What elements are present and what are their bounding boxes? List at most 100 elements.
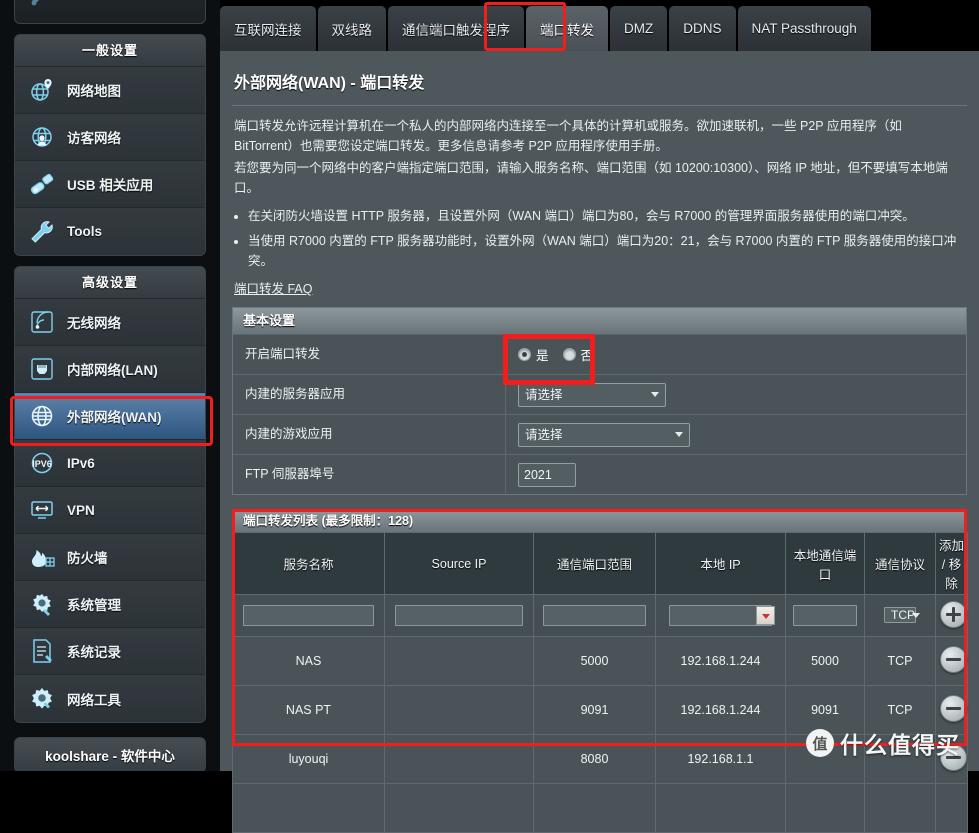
cell-protocol: TCP (864, 685, 936, 735)
sidebar-item-system-log[interactable]: 系统记录 (15, 628, 205, 675)
lan-icon (27, 354, 57, 384)
radio-no[interactable] (562, 348, 576, 361)
sidebar: 一般设置 网络地图 访客网络 USB 相关应用 Tools 高级设置 无线网络 … (0, 0, 220, 771)
system-log-icon (27, 636, 57, 666)
koolshare-software-center-button[interactable]: koolshare - 软件中心 (14, 737, 206, 771)
sidebar-item-administration[interactable]: 系统管理 (15, 581, 205, 628)
col-source-ip: Source IP (384, 532, 534, 595)
note-item: 在关闭防火墙设置 HTTP 服务器，且设置外网（WAN 端口）端口为80，会与 … (248, 206, 967, 226)
sidebar-item-label-network-map: 网络地图 (67, 84, 121, 99)
sidebar-item-firewall[interactable]: 防火墙 (15, 534, 205, 581)
usb-icon (27, 169, 57, 199)
cell-service-name (232, 783, 385, 833)
tab-port-forwarding[interactable]: 端口转发 (526, 6, 608, 51)
router-admin-page: 一般设置 网络地图 访客网络 USB 相关应用 Tools 高级设置 无线网络 … (0, 0, 979, 833)
ipv6-icon: IPV6 (27, 448, 57, 478)
sidebar-item-wireless[interactable]: 无线网络 (15, 299, 205, 346)
remove-entry-button[interactable] (940, 646, 967, 673)
cell-new-local-port (785, 594, 865, 637)
tab-label: DMZ (624, 21, 654, 36)
koolshare-label: koolshare - 软件中心 (45, 749, 175, 764)
sidebar-item-label-firewall: 防火墙 (67, 551, 108, 566)
cell-action (935, 636, 968, 686)
sidebar-item-wan[interactable]: 外部网络(WAN) (15, 393, 205, 440)
cell-port-range: 9091 (533, 685, 656, 735)
sidebar-item-vpn[interactable]: VPN (15, 487, 205, 534)
tab-dual-wan[interactable]: 双线路 (317, 6, 386, 51)
page-description-2: 若您要为同一个网络中的客户端指定端口范围，请输入服务名称、端口范围（如 1020… (234, 161, 948, 195)
cell-port-range: 8080 (533, 734, 656, 784)
ftp-server-port-input[interactable] (518, 462, 576, 487)
sidebar-item-lan[interactable]: 内部网络(LAN) (15, 346, 205, 393)
sidebar-item-tools[interactable]: Tools (15, 208, 205, 255)
table-row: NAS 5000 192.168.1.244 5000 TCP (232, 636, 968, 686)
remove-entry-button[interactable] (940, 744, 967, 771)
cell-local-port (785, 734, 865, 784)
table-row: NAS PT 9091 192.168.1.244 9091 TCP (232, 685, 968, 735)
guest-network-icon (27, 122, 57, 152)
tab-ddns[interactable]: DDNS (669, 6, 736, 51)
sidebar-item-network-map[interactable]: 网络地图 (15, 67, 205, 114)
table-row-partial (232, 783, 968, 833)
sidebar-item-label-lan: 内部网络(LAN) (67, 363, 158, 378)
page-title: 外部网络(WAN) - 端口转发 (232, 65, 967, 106)
tab-nat-passthrough[interactable]: NAT Passthrough (737, 6, 871, 51)
new-local-port-input[interactable] (792, 605, 858, 626)
radio-yes[interactable] (518, 348, 531, 361)
cell-local-port: 9091 (785, 685, 865, 735)
main-content: 互联网连接 双线路 通信端口触发程序 端口转发 DMZ DDNS NAT Pas… (220, 0, 979, 833)
table-row: luyouqi 8080 192.168.1.1 (232, 734, 968, 784)
cell-port-range: 5000 (533, 636, 656, 686)
radio-yes-label: 是 (536, 349, 549, 363)
new-source-ip-input[interactable] (394, 605, 524, 626)
sidebar-item-ipv6[interactable]: IPV6 IPv6 (15, 440, 205, 487)
cell-local-ip: 192.168.1.244 (655, 636, 786, 686)
tab-label: NAT Passthrough (751, 21, 857, 36)
sidebar-section-title-general: 一般设置 (15, 35, 205, 67)
cell-port-range (533, 783, 656, 833)
cell-new-service-name (232, 594, 385, 637)
row-ftp-server-port: FTP 伺服器埠号 (233, 455, 966, 494)
tab-bar: 互联网连接 双线路 通信端口触发程序 端口转发 DMZ DDNS NAT Pas… (220, 0, 979, 51)
builtin-server-app-label: 内建的服务器应用 (233, 375, 506, 414)
sidebar-item-guest-network[interactable]: 访客网络 (15, 114, 205, 161)
new-service-name-input[interactable] (242, 605, 375, 626)
sidebar-item-usb-application[interactable]: USB 相关应用 (15, 161, 205, 208)
sidebar-section-title-advanced: 高级设置 (15, 267, 205, 299)
sidebar-partial-top-item[interactable] (14, 0, 206, 24)
content-panel: 外部网络(WAN) - 端口转发 端口转发允许远程计算机在一个私人的内部网络内连… (220, 51, 979, 833)
sidebar-item-network-tools[interactable]: 网络工具 (15, 675, 205, 722)
cell-local-port (785, 783, 865, 833)
cell-source-ip (384, 636, 534, 686)
radio-no-label: 否 (580, 349, 594, 363)
col-local-ip: 本地 IP (655, 532, 786, 595)
tab-port-trigger[interactable]: 通信端口触发程序 (388, 6, 524, 51)
col-port-range: 通信端口范围 (533, 532, 656, 595)
add-entry-button[interactable] (940, 600, 967, 628)
col-local-port: 本地通信端口 (785, 532, 865, 595)
tab-label: DDNS (683, 21, 722, 36)
cell-new-action (935, 594, 968, 637)
port-forwarding-faq-link[interactable]: 端口转发 FAQ (234, 278, 312, 297)
builtin-server-app-select[interactable]: 请选择 (518, 382, 666, 407)
ftp-server-port-label: FTP 伺服器埠号 (233, 455, 506, 494)
svg-text:IPV6: IPV6 (32, 459, 52, 469)
cell-new-local-ip (655, 594, 786, 637)
cell-source-ip (384, 734, 534, 784)
sidebar-section-advanced: 高级设置 无线网络 内部网络(LAN) 外部网络(WAN) IPV6 IPv6 … (14, 266, 206, 723)
vpn-icon (27, 495, 57, 525)
row-builtin-server-app: 内建的服务器应用 请选择 (233, 375, 966, 415)
col-add-remove: 添加 / 移除 (935, 532, 968, 595)
tab-label: 互联网连接 (234, 22, 302, 38)
builtin-game-app-select[interactable]: 请选择 (518, 422, 690, 447)
local-ip-dropdown-icon[interactable] (756, 606, 776, 625)
new-port-range-input[interactable] (542, 605, 647, 626)
new-protocol-select[interactable]: TCP (873, 604, 926, 627)
remove-entry-button[interactable] (940, 695, 967, 722)
cell-action (935, 783, 968, 833)
tab-label: 端口转发 (540, 22, 594, 38)
tab-dmz[interactable]: DMZ (610, 6, 668, 51)
cell-service-name: NAS (232, 636, 385, 686)
tab-internet-connection[interactable]: 互联网连接 (220, 6, 316, 51)
cell-service-name: luyouqi (232, 734, 385, 784)
